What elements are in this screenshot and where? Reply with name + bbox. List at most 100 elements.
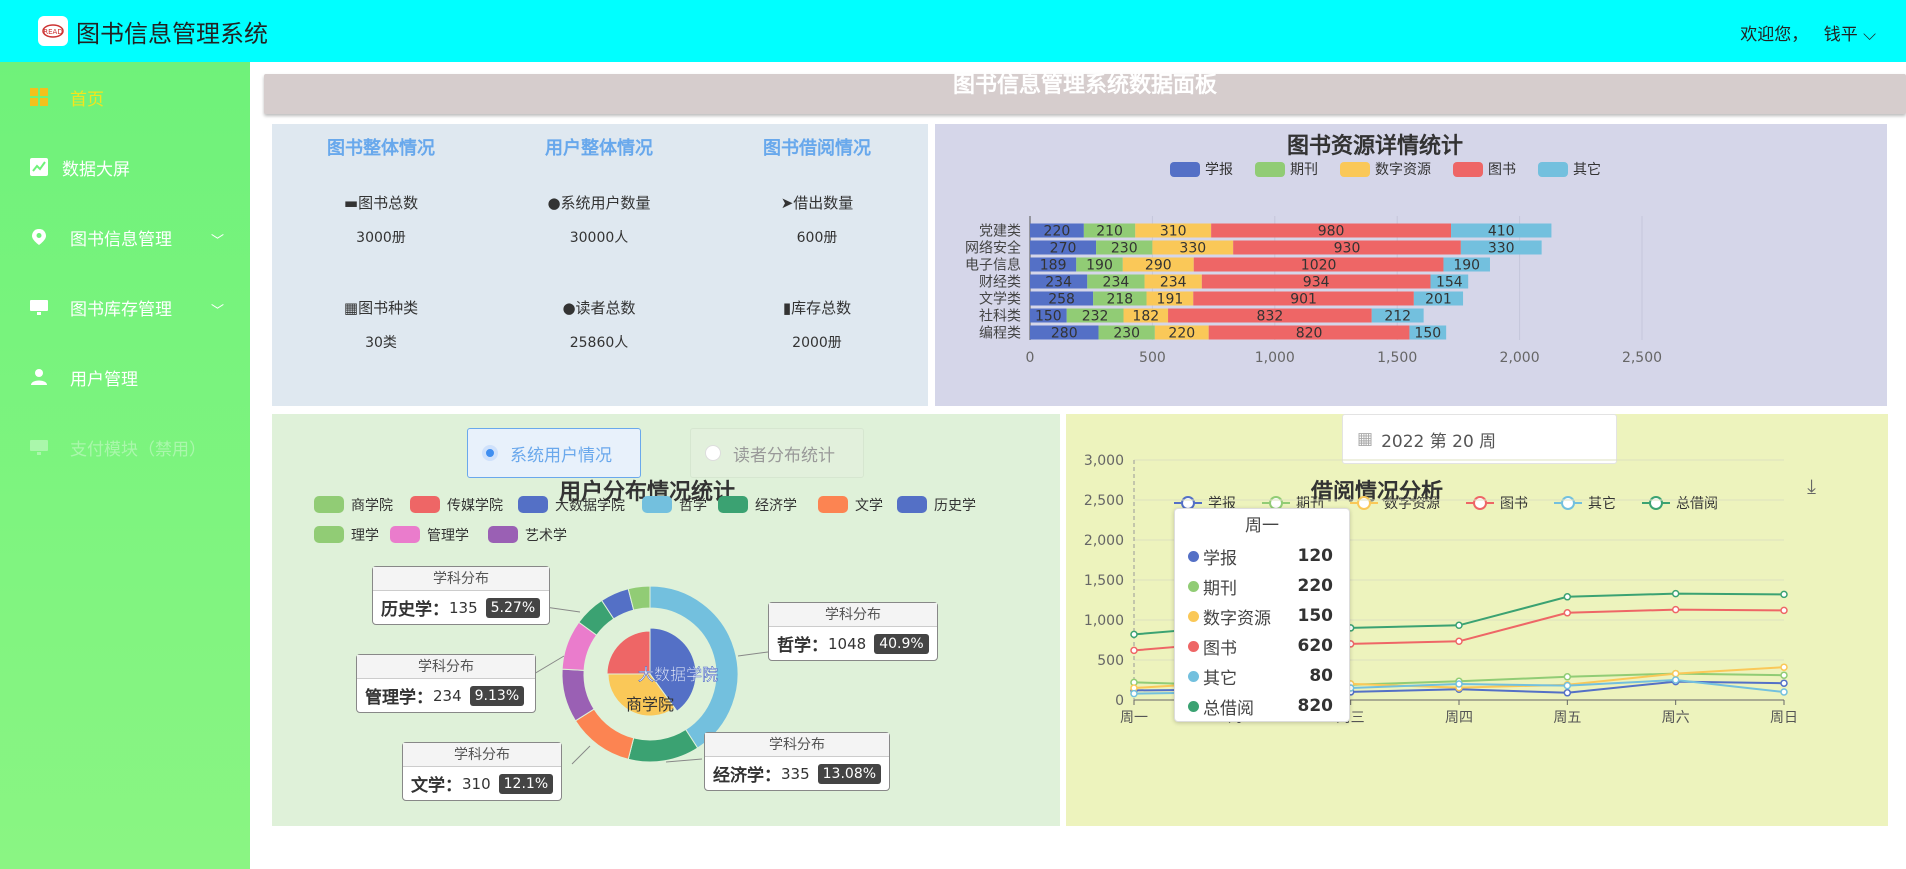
bar-value-label: 270 — [1050, 241, 1077, 257]
data-point — [1130, 689, 1138, 698]
data-point — [1780, 663, 1788, 671]
bar-value-label: 234 — [1045, 275, 1072, 291]
callout-head: 学科分布 — [373, 567, 549, 591]
data-point — [1455, 680, 1463, 688]
user-icon: ● — [562, 299, 576, 317]
legend-label: 哲学 — [679, 498, 707, 514]
bar-value-label: 220 — [1044, 224, 1071, 240]
overview-label: ➤借出数量 — [780, 194, 854, 212]
sidebar-item-home[interactable]: 首页 — [0, 62, 250, 132]
bar-value-label: 234 — [1160, 275, 1187, 291]
data-point — [1563, 673, 1572, 681]
callout-value: 310 — [462, 774, 491, 793]
legend-label: 期刊 — [1290, 162, 1318, 178]
tooltip-series-value: 150 — [1297, 606, 1334, 626]
tooltip-series-name: 总借阅 — [1203, 698, 1254, 719]
svg-text:READ: READ — [43, 28, 62, 36]
callout-name: 管理学 — [365, 688, 416, 708]
y-tick-label: 电子信息 — [965, 257, 1021, 274]
x-tick-label: 周六 — [1662, 710, 1690, 726]
x-tick-label: 周一 — [1120, 710, 1148, 726]
callout-percent: 12.1% — [498, 773, 554, 794]
overview-value: 25860人 — [569, 335, 629, 351]
y-tick-label: 0 — [1115, 693, 1124, 709]
callout-value: 1048 — [828, 634, 867, 653]
bar-value-label: 1020 — [1301, 258, 1337, 274]
legend-label: 其它 — [1588, 495, 1616, 512]
data-point — [1671, 589, 1680, 598]
tooltip-series-name: 其它 — [1203, 668, 1237, 689]
x-tick-label: 2,500 — [1622, 350, 1662, 366]
main-content: 图书信息管理系统数据面板 图书整体情况 ▬图书总数 3000册 ▦图书种类 30… — [250, 62, 1906, 869]
legend-swatch — [390, 526, 420, 543]
inner-slice-label: 大数据学院 — [638, 665, 718, 684]
sidebar-item-payment[interactable]: 支付模块（禁用） — [0, 412, 250, 482]
sidebar-item-book-info[interactable]: 图书信息管理 ﹀ — [0, 202, 250, 272]
bar-value-label: 280 — [1051, 326, 1078, 342]
bar-value-label: 290 — [1145, 258, 1172, 274]
legend-label: 艺术学 — [525, 528, 567, 544]
overview-value: 2000册 — [792, 335, 842, 351]
series-dot-icon — [1188, 580, 1199, 592]
user-menu[interactable]: 欢迎您， 钱平 ⌵ — [1740, 20, 1876, 45]
tooltip-series-value: 220 — [1297, 576, 1334, 596]
x-tick-label: 2,000 — [1500, 350, 1540, 366]
tooltip-series-name: 图书 — [1203, 638, 1237, 659]
overview-label: ▮库存总数 — [782, 299, 852, 317]
series-dot-icon — [1188, 610, 1199, 622]
overview-heading: 用户整体情况 — [545, 138, 653, 159]
overview-heading: 图书整体情况 — [327, 138, 435, 159]
x-tick-label: 500 — [1139, 350, 1166, 366]
bar-value-label: 820 — [1296, 326, 1323, 342]
sidebar-item-label: 图书库存管理 — [70, 299, 172, 320]
legend-label: 传媒学院 — [447, 498, 503, 514]
bar-value-label: 191 — [1157, 292, 1184, 308]
app-title: 图书信息管理系统 — [76, 19, 268, 48]
bar-value-label: 410 — [1488, 224, 1515, 240]
legend-swatch — [818, 496, 848, 513]
greeting-text: 欢迎您， — [1740, 25, 1809, 45]
data-point — [1130, 646, 1138, 655]
legend-marker — [1649, 496, 1663, 510]
callout-value: 335 — [781, 764, 810, 783]
y-tick-label: 编程类 — [979, 326, 1021, 342]
bar-value-label: 930 — [1334, 241, 1361, 257]
top-bar: READ 图书信息管理系统 欢迎您， 钱平 ⌵ — [0, 0, 1906, 62]
borrow-chart-panel: ▦ 2022 第 20 周 借阅情况分析 ⤓ 学报 期刊 数字资源 图书 其它 总借阅 0 5… — [1066, 414, 1888, 826]
legend-label: 管理学 — [427, 528, 469, 544]
sidebar-item-inventory[interactable]: 图书库存管理 ﹀ — [0, 272, 250, 342]
bar-value-label: 150 — [1414, 326, 1441, 342]
sidebar-item-label: 用户管理 — [70, 369, 138, 390]
overview-column-borrow: 图书借阅情况 ➤借出数量 600册 ▮库存总数 2000册 — [708, 124, 926, 352]
sidebar-item-users[interactable]: 用户管理 — [0, 342, 250, 412]
y-tick-label: 社科类 — [979, 309, 1021, 325]
banner-title: 图书信息管理系统数据面板 — [952, 73, 1217, 98]
bar-value-label: 330 — [1179, 241, 1206, 257]
overview-value: 600册 — [796, 230, 838, 246]
sidebar-item-dashboard[interactable]: 数据大屏 — [0, 132, 250, 202]
tooltip-row: 总借阅 820 — [1175, 691, 1349, 721]
legend-label: 数字资源 — [1384, 496, 1440, 512]
bar-value-label: 901 — [1290, 292, 1317, 308]
sidebar: 首页 数据大屏 图书信息管理 ﹀ 图书库存管理 ﹀ 用户管理 支付模块（禁用） — [0, 62, 250, 869]
bars-icon: ▮ — [782, 299, 792, 317]
data-point — [1563, 593, 1572, 601]
dashboard-banner: 图书信息管理系统数据面板 — [264, 74, 1906, 114]
data-point — [1671, 676, 1680, 684]
overview-label: ●读者总数 — [562, 299, 636, 317]
callout-head: 学科分布 — [705, 733, 889, 757]
data-point — [1563, 609, 1572, 617]
overview-panel: 图书整体情况 ▬图书总数 3000册 ▦图书种类 30类 用户整体情况 ●系统用… — [272, 124, 928, 406]
user-name: 钱平 ⌵ — [1823, 25, 1876, 45]
callout-history: 学科分布 历史学： 135 5.27% — [372, 566, 550, 625]
overview-column-users: 用户整体情况 ●系统用户数量 30000人 ●读者总数 25860人 — [490, 124, 708, 352]
legend-swatch — [1170, 162, 1200, 177]
tooltip-title: 周一 — [1245, 516, 1279, 536]
legend-swatch — [410, 496, 440, 513]
data-point — [1671, 669, 1680, 678]
bar-value-label: 980 — [1318, 224, 1345, 240]
bar-value-label: 330 — [1488, 241, 1515, 257]
data-point — [1455, 637, 1463, 646]
data-point — [1780, 679, 1788, 687]
location-icon — [30, 228, 48, 246]
